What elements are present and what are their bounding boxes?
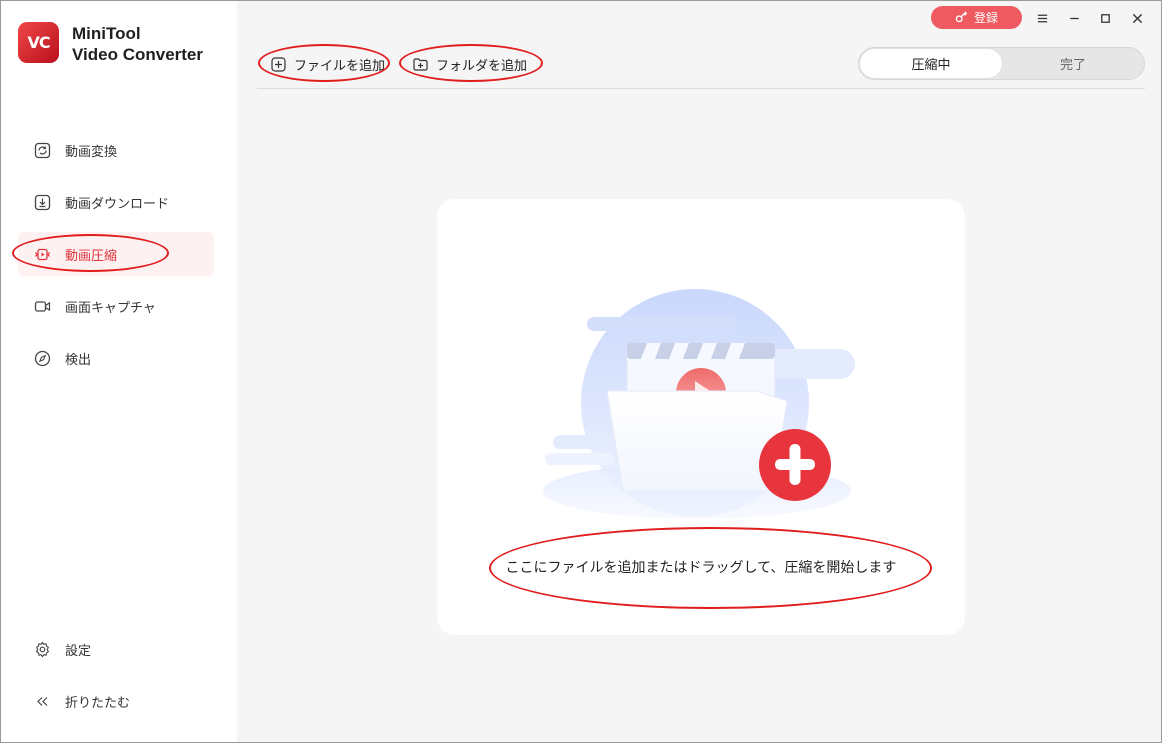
- download-icon: [34, 194, 51, 211]
- add-folder-button[interactable]: フォルダを追加: [413, 51, 527, 77]
- sidebar-item-label: 動画圧縮: [65, 248, 118, 264]
- header-divider: [257, 88, 1145, 89]
- gear-icon: [34, 641, 51, 658]
- sidebar-item-capture[interactable]: 画面キャプチャ: [18, 284, 214, 328]
- app-window: VC MiniTool Video Converter 動画変換 動画ダウンロー…: [0, 0, 1162, 743]
- sidebar-item-convert[interactable]: 動画変換: [18, 128, 214, 172]
- sidebar-item-label: 画面キャプチャ: [65, 300, 156, 316]
- app-name-line2: Video Converter: [72, 45, 204, 64]
- sidebar-item-settings[interactable]: 設定: [18, 627, 214, 671]
- sidebar-bottom: 設定 折りたたむ: [18, 627, 214, 731]
- sidebar-item-download[interactable]: 動画ダウンロード: [18, 180, 214, 224]
- sidebar-item-label: 動画変換: [65, 144, 118, 160]
- collapse-icon: [34, 693, 51, 710]
- menu-icon[interactable]: [1031, 7, 1053, 29]
- app-name: MiniTool Video Converter: [72, 23, 203, 65]
- app-name-line1: MiniTool: [72, 24, 141, 43]
- sidebar-item-label: 検出: [65, 352, 92, 368]
- tab-compressing[interactable]: 圧縮中: [860, 49, 1002, 78]
- minimize-icon[interactable]: [1063, 7, 1085, 29]
- convert-icon: [34, 142, 51, 159]
- sidebar: VC MiniTool Video Converter 動画変換 動画ダウンロー…: [1, 1, 237, 742]
- camera-icon: [34, 298, 51, 315]
- status-tabs: 圧縮中 完了: [858, 47, 1145, 80]
- sidebar-nav: 動画変換 動画ダウンロード 動画圧縮 画面キャプチャ 検出: [18, 128, 214, 388]
- add-file-button[interactable]: ファイルを追加: [271, 51, 385, 77]
- close-icon[interactable]: [1126, 7, 1148, 29]
- maximize-icon[interactable]: [1094, 7, 1116, 29]
- app-logo: VC: [18, 22, 59, 63]
- sidebar-item-collapse[interactable]: 折りたたむ: [18, 679, 214, 723]
- register-button[interactable]: 登録: [931, 6, 1022, 29]
- tab-completed[interactable]: 完了: [1002, 49, 1144, 78]
- add-file-label: ファイルを追加: [294, 58, 386, 74]
- drop-instruction: ここにファイルを追加またはドラッグして、圧縮を開始します: [505, 560, 897, 576]
- sidebar-item-label: 動画ダウンロード: [65, 196, 170, 212]
- top-bar: 登録 ファイルを追加 フォルダを追加 圧縮中 完了: [237, 1, 1162, 89]
- sidebar-item-label: 設定: [65, 643, 92, 659]
- add-folder-label: フォルダを追加: [436, 58, 528, 74]
- add-file-icon: [271, 56, 286, 72]
- register-label: 登録: [973, 11, 998, 25]
- compress-icon: [34, 246, 51, 263]
- compass-icon: [34, 350, 51, 367]
- key-icon: [955, 10, 968, 26]
- add-folder-icon: [413, 57, 428, 71]
- add-file-illustration: [543, 289, 855, 519]
- drop-zone[interactable]: ここにファイルを追加またはドラッグして、圧縮を開始します: [437, 199, 965, 635]
- sidebar-item-detect[interactable]: 検出: [18, 336, 214, 380]
- sidebar-item-label: 折りたたむ: [65, 695, 131, 711]
- logo-text: VC: [27, 33, 50, 52]
- sidebar-item-compress[interactable]: 動画圧縮: [18, 232, 214, 276]
